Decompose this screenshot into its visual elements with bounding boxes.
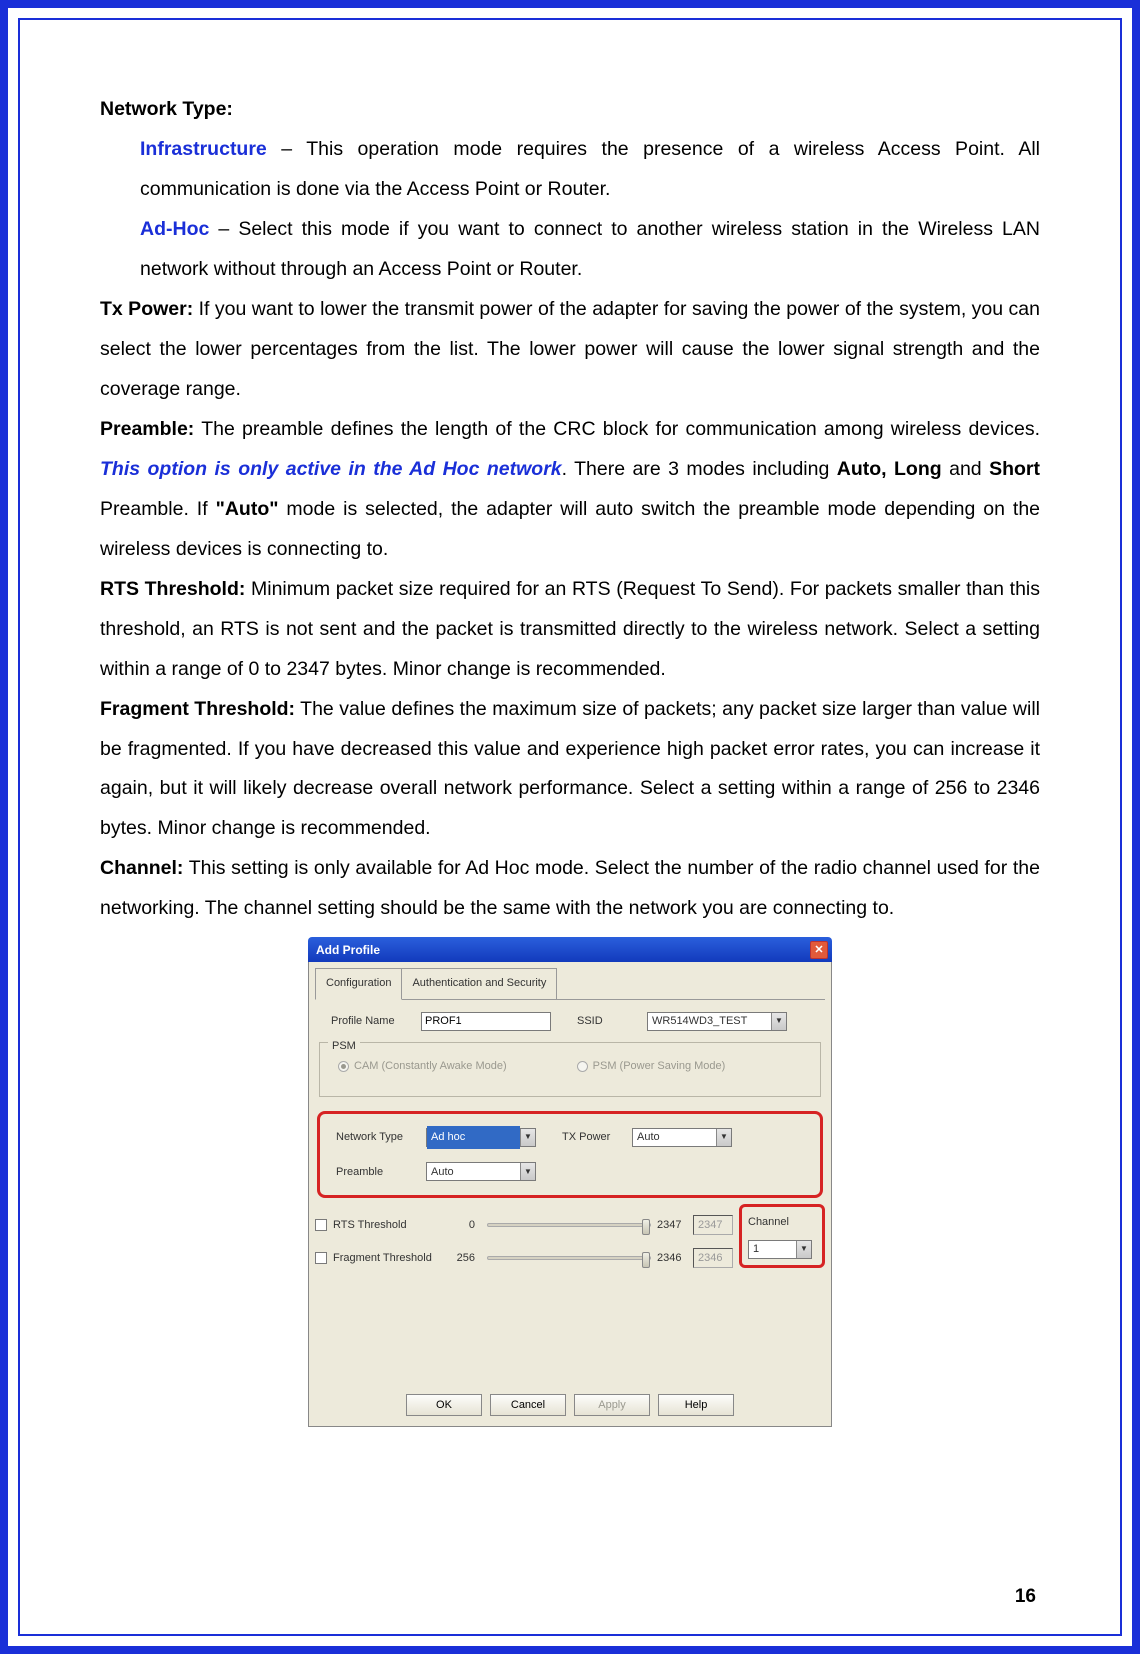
preamble-combo[interactable]: Auto ▼ bbox=[426, 1162, 536, 1181]
chevron-down-icon[interactable]: ▼ bbox=[716, 1129, 731, 1146]
rts-max: 2347 bbox=[657, 1214, 691, 1237]
help-button[interactable]: Help bbox=[658, 1394, 734, 1416]
chevron-down-icon[interactable]: ▼ bbox=[796, 1241, 811, 1258]
fragment-paragraph: Fragment Threshold: The value defines th… bbox=[100, 690, 1040, 850]
apply-button: Apply bbox=[574, 1394, 650, 1416]
tab-authentication[interactable]: Authentication and Security bbox=[401, 968, 557, 999]
infrastructure-text: – This operation mode requires the prese… bbox=[140, 138, 1040, 200]
label-ssid: SSID bbox=[577, 1010, 647, 1033]
dialog-button-row: OK Cancel Apply Help bbox=[309, 1394, 831, 1416]
tx-power-combo[interactable]: Auto ▼ bbox=[632, 1128, 732, 1147]
psm-radio: PSM (Power Saving Mode) bbox=[577, 1055, 726, 1078]
channel-text: This setting is only available for Ad Ho… bbox=[100, 857, 1040, 919]
channel-paragraph: Channel: This setting is only available … bbox=[100, 849, 1040, 929]
rts-paragraph: RTS Threshold: Minimum packet size requi… bbox=[100, 570, 1040, 690]
page-number: 16 bbox=[1015, 1586, 1036, 1608]
ssid-combo[interactable]: WR514WD3_TEST ▼ bbox=[647, 1012, 787, 1031]
profile-name-input[interactable] bbox=[421, 1012, 551, 1031]
adhoc-text: – Select this mode if you want to connec… bbox=[140, 218, 1040, 280]
add-profile-dialog: Add Profile ✕ Configuration Authenticati… bbox=[308, 937, 832, 1427]
fragment-slider[interactable] bbox=[487, 1256, 651, 1260]
tx-power-text: If you want to lower the transmit power … bbox=[100, 298, 1040, 400]
rts-slider-row: RTS Threshold 0 2347 2347 bbox=[315, 1214, 733, 1237]
radio-icon bbox=[338, 1061, 349, 1072]
heading-network-type: Network Type: bbox=[100, 98, 233, 120]
chevron-down-icon[interactable]: ▼ bbox=[520, 1129, 535, 1146]
cam-radio: CAM (Constantly Awake Mode) bbox=[338, 1055, 507, 1078]
term-auto-long: Auto, Long bbox=[837, 458, 942, 480]
heading-preamble: Preamble: bbox=[100, 418, 194, 440]
tx-power-paragraph: Tx Power: If you want to lower the trans… bbox=[100, 290, 1040, 410]
psm-legend: PSM bbox=[328, 1035, 360, 1058]
term-infrastructure: Infrastructure bbox=[140, 138, 267, 160]
preamble-paragraph: Preamble: The preamble defines the lengt… bbox=[100, 410, 1040, 570]
rts-checkbox[interactable] bbox=[315, 1219, 327, 1231]
highlighted-channel-section: Channel 1 ▼ bbox=[739, 1204, 825, 1268]
highlighted-network-section: Network Type Ad hoc ▼ TX Power Auto ▼ Pr… bbox=[317, 1111, 823, 1198]
fragment-min: 256 bbox=[445, 1247, 475, 1270]
slider-thumb[interactable] bbox=[642, 1252, 650, 1268]
ok-button[interactable]: OK bbox=[406, 1394, 482, 1416]
chevron-down-icon[interactable]: ▼ bbox=[520, 1163, 535, 1180]
rts-readout: 2347 bbox=[693, 1215, 733, 1235]
heading-rts: RTS Threshold: bbox=[100, 578, 245, 600]
fragment-slider-row: Fragment Threshold 256 2346 2346 bbox=[315, 1247, 733, 1270]
dialog-title: Add Profile bbox=[316, 938, 380, 963]
fragment-readout: 2346 bbox=[693, 1248, 733, 1268]
chevron-down-icon[interactable]: ▼ bbox=[771, 1013, 786, 1030]
psm-fieldset: PSM CAM (Constantly Awake Mode) PSM (Pow… bbox=[319, 1042, 821, 1097]
heading-tx-power: Tx Power: bbox=[100, 298, 193, 320]
adhoc-paragraph: Ad-Hoc – Select this mode if you want to… bbox=[100, 210, 1040, 290]
tab-strip: Configuration Authentication and Securit… bbox=[315, 968, 825, 1000]
heading-channel: Channel: bbox=[100, 857, 183, 879]
rts-slider[interactable] bbox=[487, 1223, 651, 1227]
term-short: Short bbox=[989, 458, 1040, 480]
fragment-checkbox[interactable] bbox=[315, 1252, 327, 1264]
heading-fragment: Fragment Threshold: bbox=[100, 698, 295, 720]
fragment-max: 2346 bbox=[657, 1247, 691, 1270]
label-preamble: Preamble bbox=[336, 1161, 426, 1184]
term-adhoc: Ad-Hoc bbox=[140, 218, 209, 240]
dialog-titlebar[interactable]: Add Profile ✕ bbox=[308, 937, 832, 962]
radio-icon bbox=[577, 1061, 588, 1072]
label-fragment: Fragment Threshold bbox=[333, 1247, 432, 1270]
label-rts: RTS Threshold bbox=[333, 1214, 407, 1237]
channel-combo[interactable]: 1 ▼ bbox=[748, 1240, 812, 1259]
label-network-type: Network Type bbox=[336, 1126, 426, 1149]
label-tx-power: TX Power bbox=[562, 1126, 632, 1149]
dialog-body: Configuration Authentication and Securit… bbox=[308, 962, 832, 1427]
infrastructure-paragraph: Infrastructure – This operation mode req… bbox=[100, 130, 1040, 210]
tab-configuration[interactable]: Configuration bbox=[315, 968, 402, 1000]
close-icon[interactable]: ✕ bbox=[810, 941, 828, 959]
label-profile-name: Profile Name bbox=[331, 1010, 421, 1033]
page-inner-border: Network Type: Infrastructure – This oper… bbox=[18, 18, 1122, 1636]
rts-min: 0 bbox=[445, 1214, 475, 1237]
page-outer-border: Network Type: Infrastructure – This oper… bbox=[0, 0, 1140, 1654]
slider-thumb[interactable] bbox=[642, 1219, 650, 1235]
label-channel: Channel bbox=[748, 1211, 816, 1234]
document-body: Network Type: Infrastructure – This oper… bbox=[100, 90, 1040, 1427]
preamble-note: This option is only active in the Ad Hoc… bbox=[100, 458, 562, 480]
network-type-combo[interactable]: Ad hoc ▼ bbox=[426, 1128, 536, 1147]
cancel-button[interactable]: Cancel bbox=[490, 1394, 566, 1416]
term-auto-quoted: "Auto" bbox=[216, 498, 279, 520]
